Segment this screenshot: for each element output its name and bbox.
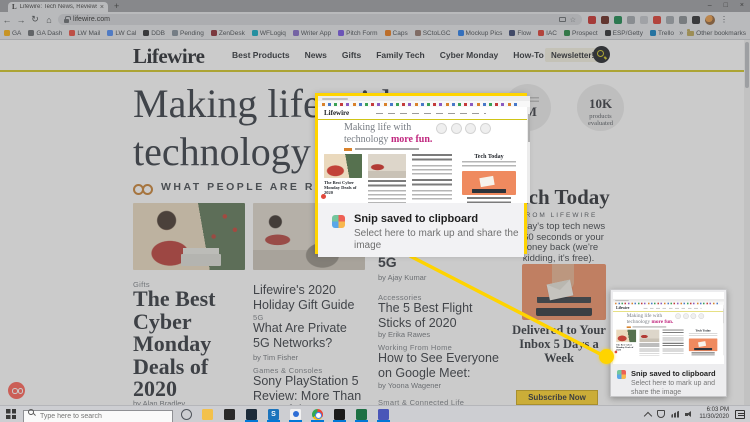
mini-headline-accent: more fun. xyxy=(390,134,433,145)
snip-callout[interactable]: Lifewire Making life with technology mor… xyxy=(315,93,530,257)
mini-rail-illustration xyxy=(462,171,516,195)
taskbar-search[interactable] xyxy=(23,405,173,422)
mini-scrollbar xyxy=(527,107,530,203)
mini-col-2 xyxy=(368,154,406,203)
mini-col-3 xyxy=(412,154,452,201)
mini-accent-rule xyxy=(318,118,530,120)
taskbar-search-input[interactable] xyxy=(23,410,173,422)
taskbar-app-skype[interactable]: S xyxy=(266,406,281,422)
mini-nav-dashes xyxy=(376,112,486,114)
mini-headline-accent: more fun. xyxy=(651,319,674,325)
mini-page-body: Lifewire Making life with technology mor… xyxy=(318,107,530,203)
mini-featured-title: The Best Cyber Monday Deals of 2020 xyxy=(616,343,634,352)
clock-time: 6:03 PM xyxy=(706,407,729,413)
mini-article-image xyxy=(639,329,660,343)
mini-screenshot: Lifewire Making life with technology mor… xyxy=(613,299,724,356)
snip-sketch-icon xyxy=(617,370,626,379)
taskbar-app-media-app[interactable] xyxy=(222,406,237,422)
mini-fab-dot xyxy=(614,350,618,354)
taskbar: S 6:03 PM 11/30/2020 xyxy=(0,405,750,422)
mini-headline-line2: technology more fun. xyxy=(344,134,432,145)
mini-article-image xyxy=(368,154,406,178)
chrome-icon xyxy=(312,408,323,420)
snip-toast[interactable]: Lifewire Making life with technology mor… xyxy=(610,289,727,397)
taskbar-app-photoshop[interactable] xyxy=(244,406,259,422)
mini-fab-dot xyxy=(321,194,326,199)
mini-col-1: The Best Cyber Monday Deals of 2020 xyxy=(616,329,637,352)
snip-body: Select here to mark up and share the ima… xyxy=(354,228,519,251)
mini-site-logo: Lifewire xyxy=(324,109,350,117)
toast-text-row[interactable]: Snip saved to clipboard Select here to m… xyxy=(611,366,726,397)
mini-rail-title: Tech Today xyxy=(695,329,711,333)
tray-security-icon[interactable] xyxy=(657,410,666,418)
edge-icon xyxy=(290,408,301,420)
mini-accent-rule xyxy=(613,310,724,312)
snip-sketch-icon xyxy=(332,215,345,228)
mini-rail-title: Tech Today xyxy=(474,154,504,160)
screen: L Lifewire: Tech News, Reviews, Ho × + –… xyxy=(0,0,750,422)
action-center-icon[interactable] xyxy=(735,409,745,419)
mini-nav-dashes xyxy=(643,307,702,309)
taskbar-app-excel[interactable] xyxy=(354,406,369,422)
taskbar-clock[interactable]: 6:03 PM 11/30/2020 xyxy=(699,407,729,421)
mini-screenshot: Lifewire Making life with technology mor… xyxy=(318,96,530,203)
media-app-icon xyxy=(224,408,235,420)
mini-page-body: Lifewire Making life with technology mor… xyxy=(613,304,724,356)
mini-article-image xyxy=(616,329,637,343)
hidden-icons-chevron[interactable] xyxy=(644,411,653,420)
clock-date: 11/30/2020 xyxy=(699,414,729,420)
mini-article-image xyxy=(324,154,362,178)
teams-icon xyxy=(378,408,389,420)
mini-reading-row xyxy=(627,326,667,328)
mini-stat-badges xyxy=(436,123,491,134)
system-tray: 6:03 PM 11/30/2020 xyxy=(644,407,750,421)
mini-headline2-text: technology xyxy=(626,319,651,325)
mini-col-1: The Best Cyber Monday Deals of 2020 xyxy=(324,154,362,196)
mini-site-logo: Lifewire xyxy=(616,305,630,311)
mini-headline-line2: technology more fun. xyxy=(627,319,674,325)
mini-rail-illustration xyxy=(688,338,718,352)
cortana-icon[interactable] xyxy=(181,408,192,420)
mini-rail: Tech Today Subscribe Now xyxy=(687,330,720,356)
excel-icon xyxy=(356,408,367,420)
snip-title: Snip saved to clipboard xyxy=(354,213,479,225)
snip-notification[interactable]: Snip saved to clipboard Select here to m… xyxy=(318,203,524,257)
mini-rail: Tech Today Subscribe Now xyxy=(458,154,520,203)
tray-volume-icon[interactable] xyxy=(685,410,693,418)
toast-preview-slot[interactable]: Lifewire Making life with technology mor… xyxy=(613,292,724,364)
taskbar-app-teams[interactable] xyxy=(376,406,391,422)
skype-icon: S xyxy=(268,408,279,420)
tray-network-icon[interactable] xyxy=(671,410,680,418)
mini-reading-row xyxy=(344,148,419,151)
app-dot xyxy=(292,411,299,417)
toast-body: Select here to mark up and share the ima… xyxy=(631,380,716,396)
taskbar-app-edge[interactable] xyxy=(288,406,303,422)
mini-stat-badges xyxy=(675,313,704,320)
taskbar-app-chrome[interactable] xyxy=(310,406,325,422)
photos-icon xyxy=(334,408,345,420)
toast-title: Snip saved to clipboard xyxy=(631,369,716,378)
file-explorer-icon xyxy=(202,408,213,420)
mini-col-2 xyxy=(639,329,660,356)
start-button-icon[interactable] xyxy=(6,409,16,419)
mini-featured-title: The Best Cyber Monday Deals of 2020 xyxy=(324,180,357,196)
mini-col-3 xyxy=(662,329,684,355)
taskbar-app-photos[interactable] xyxy=(332,406,347,422)
mini-scrollbar xyxy=(723,304,724,356)
mini-headline-line1: Making life with xyxy=(344,122,412,133)
annotation-dot xyxy=(599,349,614,364)
mini-headline2-text: technology xyxy=(344,134,389,145)
taskbar-app-file-explorer[interactable] xyxy=(200,406,215,422)
taskbar-apps: S xyxy=(200,406,391,422)
mini-headline-line1: Making life with xyxy=(626,312,663,319)
photoshop-icon xyxy=(246,408,257,420)
